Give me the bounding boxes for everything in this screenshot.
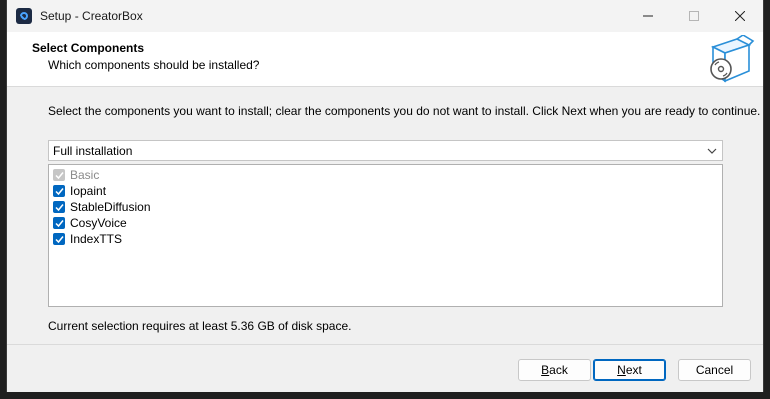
components-list: Basic Iopaint StableDiffusion CosyVoice <box>48 164 723 307</box>
component-checkbox-iopaint[interactable] <box>53 185 65 197</box>
cancel-button[interactable]: Cancel <box>678 359 751 381</box>
window-title: Setup - CreatorBox <box>40 9 143 23</box>
component-checkbox-cosyvoice[interactable] <box>53 217 65 229</box>
component-item-indextts[interactable]: IndexTTS <box>49 231 722 247</box>
close-icon <box>735 11 745 21</box>
checkmark-icon <box>54 219 64 227</box>
creatorbox-app-icon <box>16 8 32 24</box>
window-controls <box>625 0 763 32</box>
disk-space-text: Current selection requires at least 5.36… <box>48 319 352 333</box>
component-label-iopaint: Iopaint <box>70 184 107 198</box>
next-button[interactable]: Next <box>593 359 666 381</box>
component-label-stablediffusion: StableDiffusion <box>70 200 151 214</box>
component-label-basic: Basic <box>70 168 100 182</box>
install-type-dropdown[interactable]: Full installation <box>48 140 723 161</box>
close-button[interactable] <box>717 0 763 32</box>
title-bar: Setup - CreatorBox <box>7 0 763 32</box>
back-button-accelerator: B <box>541 363 550 377</box>
component-label-cosyvoice: CosyVoice <box>70 216 127 230</box>
next-button-label: ext <box>625 363 642 377</box>
next-button-accelerator: N <box>617 363 626 377</box>
component-checkbox-indextts[interactable] <box>53 233 65 245</box>
components-page: Select the components you want to instal… <box>7 88 763 344</box>
component-label-indextts: IndexTTS <box>70 232 123 246</box>
component-item-basic: Basic <box>49 167 722 183</box>
minimize-button[interactable] <box>625 0 671 32</box>
checkmark-icon <box>54 235 64 243</box>
chevron-down-icon <box>707 148 717 154</box>
checkmark-icon <box>54 171 64 179</box>
install-box-disc-icon <box>710 35 755 83</box>
component-checkbox-basic <box>53 169 65 181</box>
maximize-icon <box>689 11 699 21</box>
page-subtitle: Which components should be installed? <box>48 58 260 72</box>
component-item-stablediffusion[interactable]: StableDiffusion <box>49 199 722 215</box>
wizard-footer: Back Next Cancel <box>7 344 763 392</box>
minimize-icon <box>643 15 653 17</box>
page-title: Select Components <box>32 41 145 55</box>
component-item-cosyvoice[interactable]: CosyVoice <box>49 215 722 231</box>
wizard-header: Select Components Which components shoul… <box>7 32 763 87</box>
instructions-text: Select the components you want to instal… <box>48 104 761 118</box>
back-button[interactable]: Back <box>518 359 591 381</box>
checkmark-icon <box>54 187 64 195</box>
install-type-value: Full installation <box>53 143 133 158</box>
component-item-iopaint[interactable]: Iopaint <box>49 183 722 199</box>
checkmark-icon <box>54 203 64 211</box>
component-checkbox-stablediffusion[interactable] <box>53 201 65 213</box>
back-button-label: ack <box>549 363 568 377</box>
setup-window: Setup - CreatorBox Select Components Whi… <box>6 0 764 392</box>
maximize-button[interactable] <box>671 0 717 32</box>
